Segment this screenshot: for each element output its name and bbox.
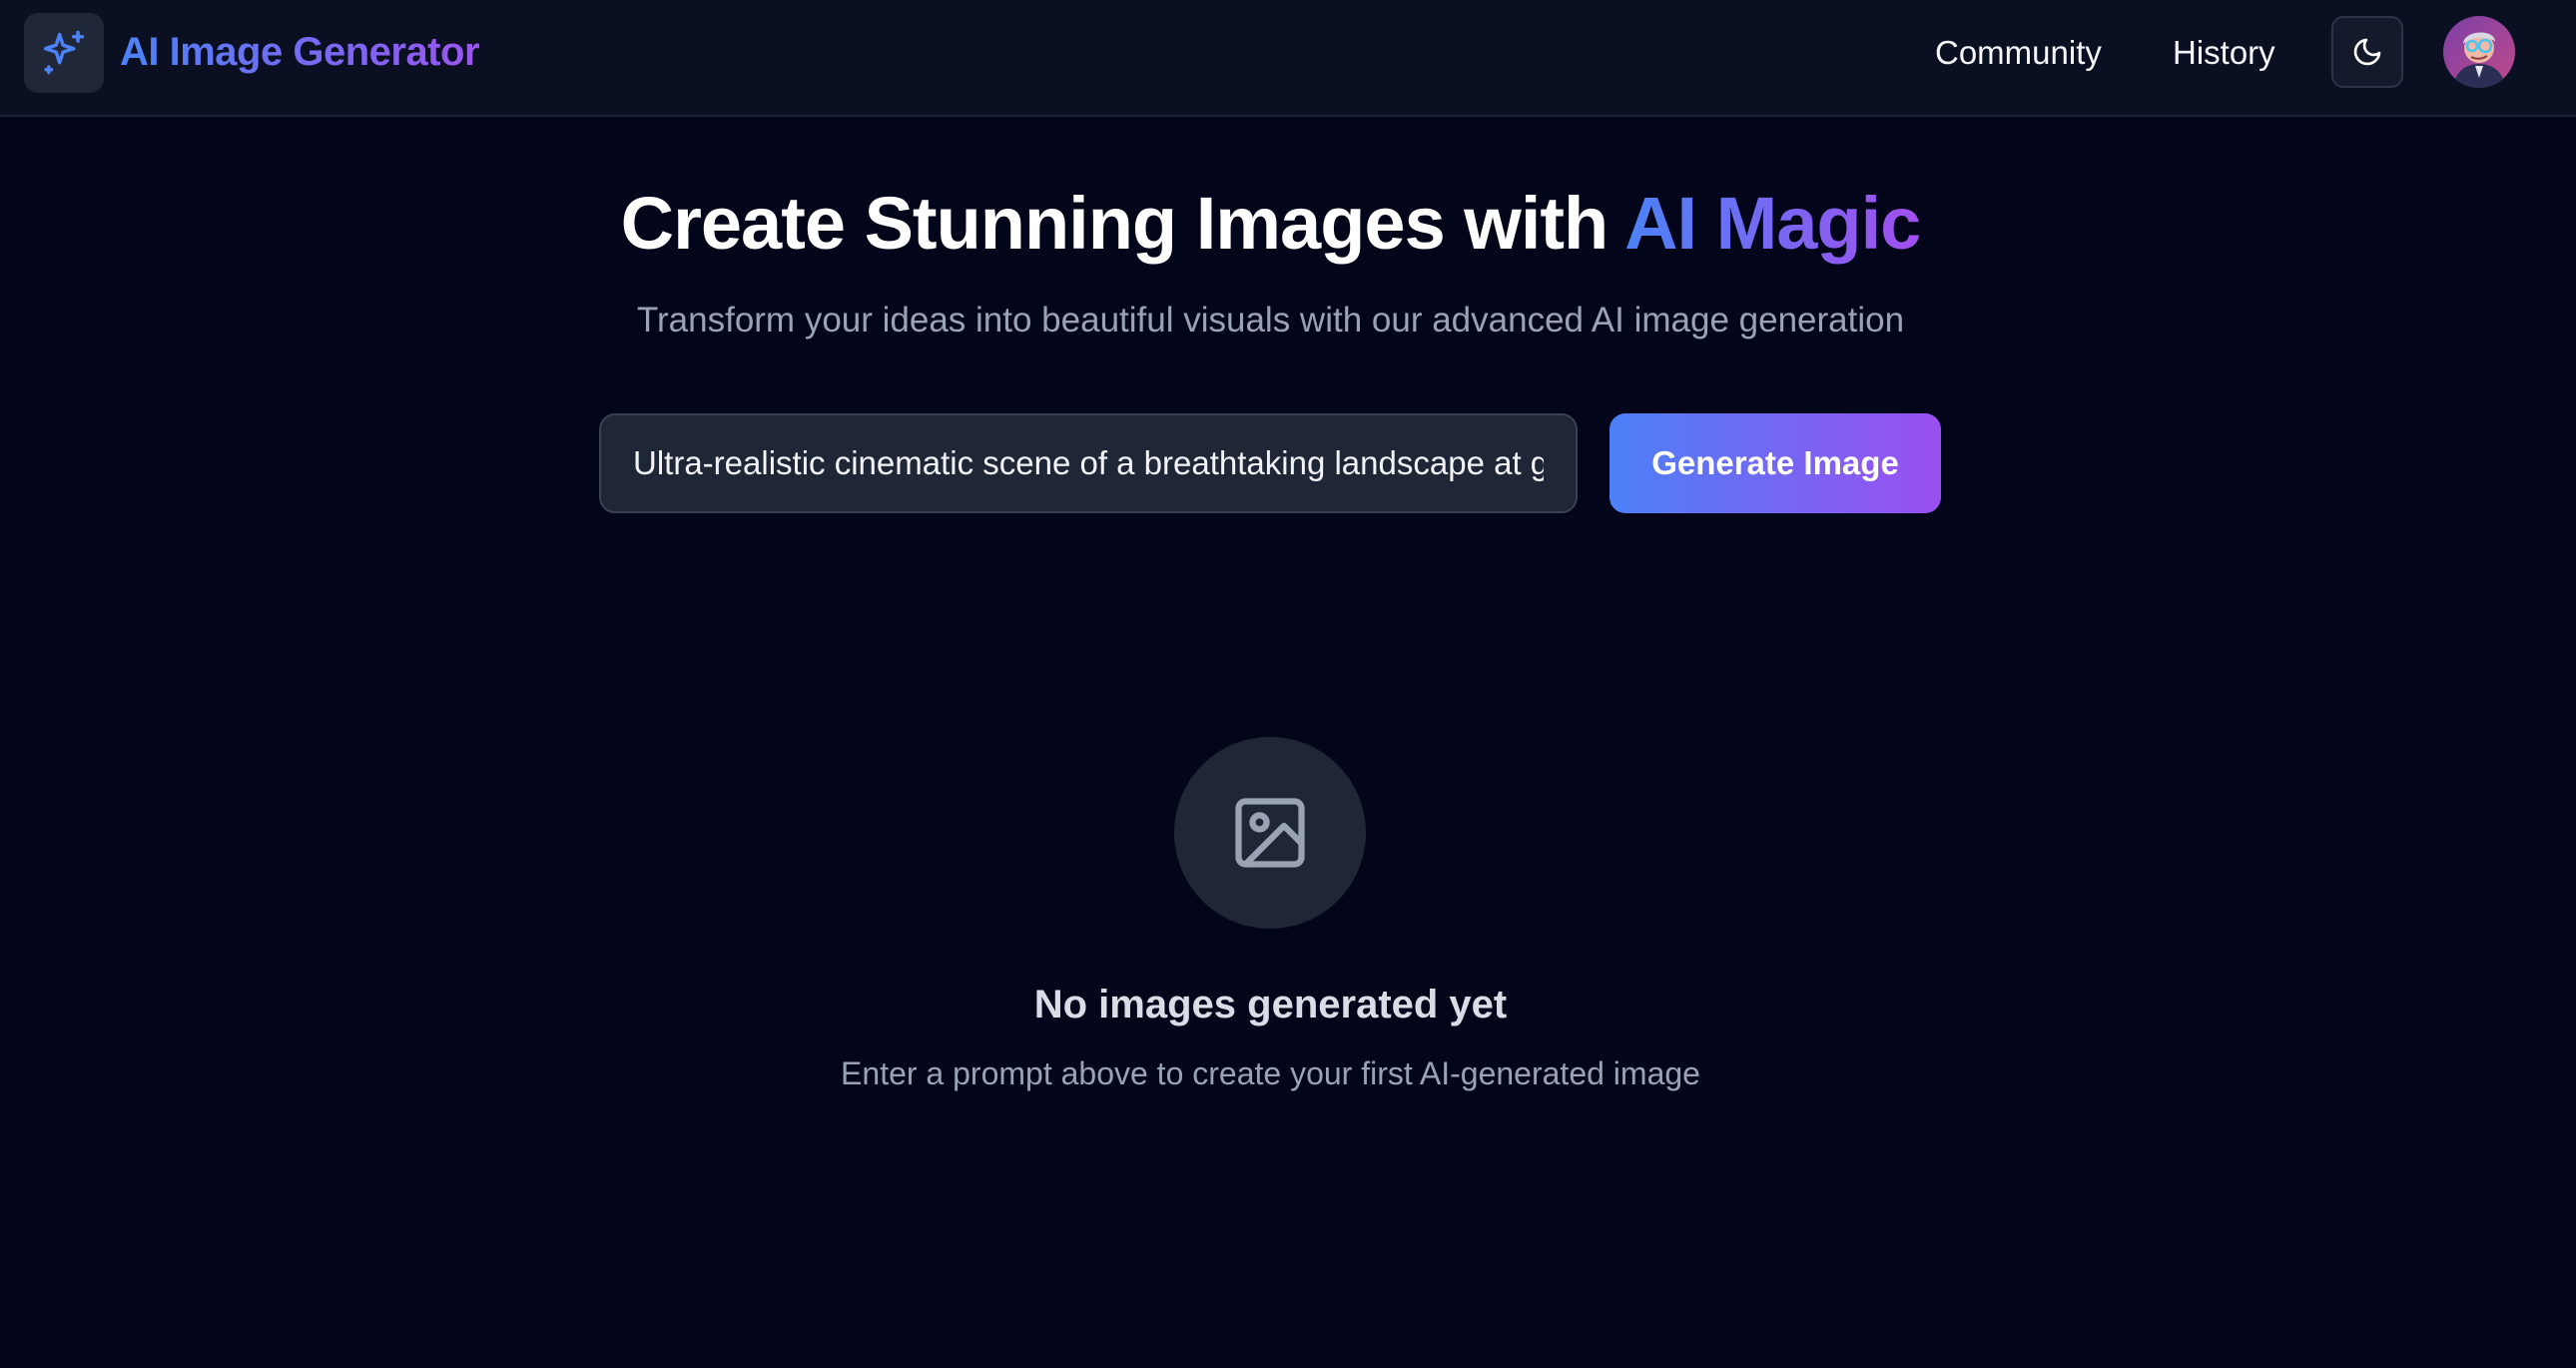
sparkles-icon — [43, 30, 85, 75]
nav-history[interactable]: History — [2173, 32, 2275, 74]
generate-image-button[interactable]: Generate Image — [1610, 413, 1941, 513]
avatar-image — [2443, 16, 2515, 88]
theme-toggle-button[interactable] — [2331, 16, 2403, 88]
empty-state-icon-circle — [1174, 737, 1366, 929]
hero-title-accent: AI Magic — [1624, 182, 1921, 265]
hero-subtitle: Transform your ideas into beautiful visu… — [636, 301, 1905, 340]
empty-state-subtitle: Enter a prompt above to create your firs… — [841, 1055, 1700, 1091]
nav-community[interactable]: Community — [1935, 32, 2102, 74]
app-header: AI Image Generator Community History — [0, 0, 2576, 117]
prompt-input[interactable] — [599, 413, 1578, 513]
user-avatar[interactable] — [2443, 16, 2515, 88]
app-title[interactable]: AI Image Generator — [120, 26, 480, 78]
moon-icon — [2353, 38, 2381, 66]
hero-title: Create Stunning Images with AI Magic — [0, 178, 2541, 270]
empty-state-title: No images generated yet — [1033, 983, 1508, 1026]
image-icon — [1235, 798, 1305, 868]
hero-title-main: Create Stunning Images with — [620, 182, 1625, 265]
logo[interactable] — [24, 13, 104, 93]
